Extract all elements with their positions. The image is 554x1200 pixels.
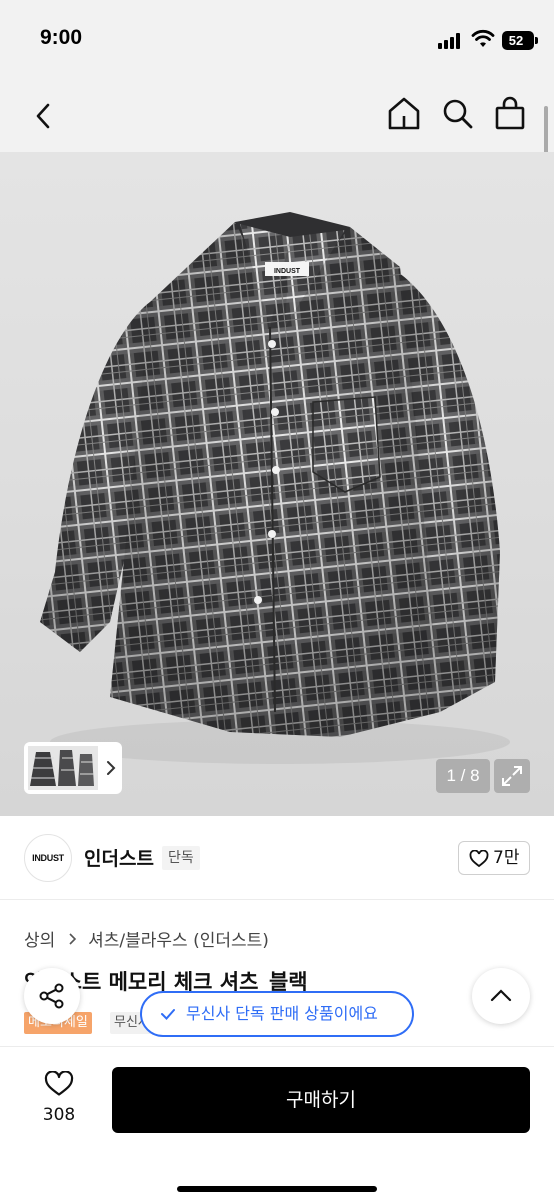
heart-icon	[469, 850, 489, 868]
page-counter: 1 / 8	[436, 759, 490, 793]
share-icon	[39, 983, 64, 1009]
product-photo: INDUST	[40, 212, 510, 764]
battery-icon: 52	[502, 31, 538, 50]
product-like-count: 308	[42, 1105, 76, 1125]
exclusive-badge: 단독	[162, 846, 200, 870]
home-indicator	[177, 1186, 377, 1192]
heart-icon	[44, 1071, 74, 1096]
home-icon[interactable]	[384, 94, 424, 134]
product-like-button[interactable]: 308	[24, 1067, 94, 1133]
top-nav-bar	[0, 80, 554, 152]
product-image-gallery[interactable]: INDUST 1 / 8	[0, 152, 554, 816]
scroll-to-top-button[interactable]	[472, 968, 530, 1024]
breadcrumb-item[interactable]: 셔츠/블라우스 (인더스트)	[88, 931, 269, 951]
bottom-action-bar: 308 구매하기	[0, 1046, 554, 1200]
toast-text: 무신사 단독 판매 상품이에요	[186, 1004, 378, 1023]
chevron-right-icon	[69, 932, 76, 945]
breadcrumb: 상의 셔츠/블라우스 (인더스트)	[24, 926, 269, 951]
breadcrumb-item[interactable]: 상의	[24, 931, 55, 951]
brand-like-count: 7만	[493, 848, 520, 868]
chevron-left-icon[interactable]	[26, 96, 66, 136]
brand-name[interactable]: 인더스트	[84, 844, 154, 871]
wifi-icon	[471, 29, 495, 47]
check-icon	[161, 1009, 175, 1020]
shirt-label: INDUST	[274, 268, 301, 275]
chevron-right-icon[interactable]	[104, 756, 118, 780]
thumbnail-image[interactable]	[28, 746, 98, 790]
exclusive-toast: 무신사 단독 판매 상품이에요	[140, 991, 414, 1037]
shopping-bag-icon[interactable]	[490, 94, 530, 134]
chevron-up-icon	[490, 989, 512, 1002]
status-bar: 9:00 52	[0, 0, 554, 80]
brand-logo[interactable]: INDUST	[24, 834, 72, 882]
status-time: 9:00	[40, 26, 83, 49]
thumbnail-strip[interactable]	[24, 742, 122, 794]
expand-button[interactable]	[494, 759, 530, 793]
battery-level: 52	[508, 33, 524, 48]
buy-button[interactable]: 구매하기	[112, 1067, 530, 1133]
signal-icon	[438, 33, 464, 49]
share-button[interactable]	[24, 968, 80, 1024]
search-icon[interactable]	[438, 94, 478, 134]
brand-row[interactable]: INDUST 인더스트 단독 7만	[0, 816, 554, 900]
brand-like-button[interactable]: 7만	[458, 841, 530, 875]
expand-icon	[502, 766, 522, 786]
